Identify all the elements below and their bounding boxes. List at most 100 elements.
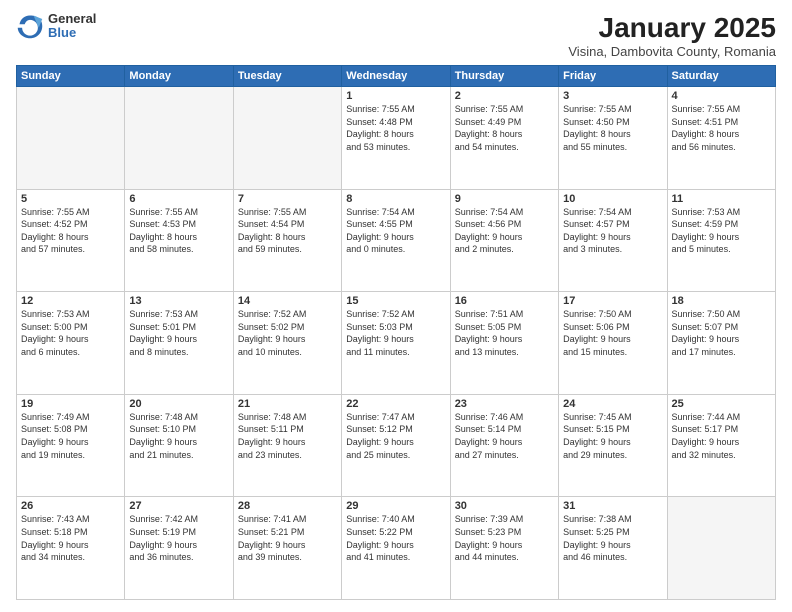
weekday-header-sunday: Sunday xyxy=(17,66,125,87)
day-info: Sunrise: 7:39 AM Sunset: 5:23 PM Dayligh… xyxy=(455,513,554,563)
day-info: Sunrise: 7:52 AM Sunset: 5:02 PM Dayligh… xyxy=(238,308,337,358)
day-number: 2 xyxy=(455,90,554,102)
calendar-cell xyxy=(125,87,233,190)
day-number: 20 xyxy=(129,398,228,410)
day-number: 9 xyxy=(455,193,554,205)
calendar-cell: 26Sunrise: 7:43 AM Sunset: 5:18 PM Dayli… xyxy=(17,497,125,600)
day-number: 27 xyxy=(129,500,228,512)
day-number: 26 xyxy=(21,500,120,512)
calendar-week-row: 19Sunrise: 7:49 AM Sunset: 5:08 PM Dayli… xyxy=(17,394,776,497)
calendar-cell: 18Sunrise: 7:50 AM Sunset: 5:07 PM Dayli… xyxy=(667,292,775,395)
day-number: 15 xyxy=(346,295,445,307)
day-number: 4 xyxy=(672,90,771,102)
day-number: 22 xyxy=(346,398,445,410)
calendar-cell: 27Sunrise: 7:42 AM Sunset: 5:19 PM Dayli… xyxy=(125,497,233,600)
calendar-table: SundayMondayTuesdayWednesdayThursdayFrid… xyxy=(16,65,776,600)
weekday-header-thursday: Thursday xyxy=(450,66,558,87)
day-number: 30 xyxy=(455,500,554,512)
day-number: 12 xyxy=(21,295,120,307)
calendar-cell: 9Sunrise: 7:54 AM Sunset: 4:56 PM Daylig… xyxy=(450,189,558,292)
calendar-cell: 8Sunrise: 7:54 AM Sunset: 4:55 PM Daylig… xyxy=(342,189,450,292)
day-info: Sunrise: 7:44 AM Sunset: 5:17 PM Dayligh… xyxy=(672,411,771,461)
day-info: Sunrise: 7:53 AM Sunset: 4:59 PM Dayligh… xyxy=(672,206,771,256)
day-number: 6 xyxy=(129,193,228,205)
calendar-cell: 20Sunrise: 7:48 AM Sunset: 5:10 PM Dayli… xyxy=(125,394,233,497)
day-number: 10 xyxy=(563,193,662,205)
day-info: Sunrise: 7:49 AM Sunset: 5:08 PM Dayligh… xyxy=(21,411,120,461)
calendar-cell: 28Sunrise: 7:41 AM Sunset: 5:21 PM Dayli… xyxy=(233,497,341,600)
day-number: 1 xyxy=(346,90,445,102)
day-number: 17 xyxy=(563,295,662,307)
day-number: 18 xyxy=(672,295,771,307)
day-info: Sunrise: 7:52 AM Sunset: 5:03 PM Dayligh… xyxy=(346,308,445,358)
day-info: Sunrise: 7:54 AM Sunset: 4:55 PM Dayligh… xyxy=(346,206,445,256)
day-info: Sunrise: 7:38 AM Sunset: 5:25 PM Dayligh… xyxy=(563,513,662,563)
calendar-cell: 31Sunrise: 7:38 AM Sunset: 5:25 PM Dayli… xyxy=(559,497,667,600)
calendar-cell: 22Sunrise: 7:47 AM Sunset: 5:12 PM Dayli… xyxy=(342,394,450,497)
calendar-page: General Blue January 2025 Visina, Dambov… xyxy=(0,0,792,612)
day-info: Sunrise: 7:55 AM Sunset: 4:49 PM Dayligh… xyxy=(455,103,554,153)
day-number: 5 xyxy=(21,193,120,205)
day-info: Sunrise: 7:55 AM Sunset: 4:48 PM Dayligh… xyxy=(346,103,445,153)
day-info: Sunrise: 7:45 AM Sunset: 5:15 PM Dayligh… xyxy=(563,411,662,461)
title-block: January 2025 Visina, Dambovita County, R… xyxy=(568,12,776,59)
day-info: Sunrise: 7:55 AM Sunset: 4:51 PM Dayligh… xyxy=(672,103,771,153)
location-subtitle: Visina, Dambovita County, Romania xyxy=(568,44,776,59)
calendar-cell: 14Sunrise: 7:52 AM Sunset: 5:02 PM Dayli… xyxy=(233,292,341,395)
logo-text: General Blue xyxy=(48,12,96,41)
day-info: Sunrise: 7:42 AM Sunset: 5:19 PM Dayligh… xyxy=(129,513,228,563)
calendar-cell: 1Sunrise: 7:55 AM Sunset: 4:48 PM Daylig… xyxy=(342,87,450,190)
day-info: Sunrise: 7:54 AM Sunset: 4:56 PM Dayligh… xyxy=(455,206,554,256)
day-number: 28 xyxy=(238,500,337,512)
day-info: Sunrise: 7:53 AM Sunset: 5:00 PM Dayligh… xyxy=(21,308,120,358)
day-info: Sunrise: 7:55 AM Sunset: 4:54 PM Dayligh… xyxy=(238,206,337,256)
calendar-cell: 24Sunrise: 7:45 AM Sunset: 5:15 PM Dayli… xyxy=(559,394,667,497)
day-number: 13 xyxy=(129,295,228,307)
weekday-header-saturday: Saturday xyxy=(667,66,775,87)
day-number: 31 xyxy=(563,500,662,512)
day-info: Sunrise: 7:40 AM Sunset: 5:22 PM Dayligh… xyxy=(346,513,445,563)
calendar-cell: 10Sunrise: 7:54 AM Sunset: 4:57 PM Dayli… xyxy=(559,189,667,292)
calendar-cell: 19Sunrise: 7:49 AM Sunset: 5:08 PM Dayli… xyxy=(17,394,125,497)
month-title: January 2025 xyxy=(568,12,776,44)
calendar-cell: 4Sunrise: 7:55 AM Sunset: 4:51 PM Daylig… xyxy=(667,87,775,190)
calendar-week-row: 26Sunrise: 7:43 AM Sunset: 5:18 PM Dayli… xyxy=(17,497,776,600)
day-number: 11 xyxy=(672,193,771,205)
calendar-cell: 12Sunrise: 7:53 AM Sunset: 5:00 PM Dayli… xyxy=(17,292,125,395)
calendar-cell: 13Sunrise: 7:53 AM Sunset: 5:01 PM Dayli… xyxy=(125,292,233,395)
day-info: Sunrise: 7:48 AM Sunset: 5:11 PM Dayligh… xyxy=(238,411,337,461)
day-info: Sunrise: 7:50 AM Sunset: 5:07 PM Dayligh… xyxy=(672,308,771,358)
day-number: 19 xyxy=(21,398,120,410)
weekday-header-monday: Monday xyxy=(125,66,233,87)
logo-icon xyxy=(16,12,44,40)
weekday-header-tuesday: Tuesday xyxy=(233,66,341,87)
day-number: 14 xyxy=(238,295,337,307)
day-number: 24 xyxy=(563,398,662,410)
day-info: Sunrise: 7:46 AM Sunset: 5:14 PM Dayligh… xyxy=(455,411,554,461)
calendar-cell: 11Sunrise: 7:53 AM Sunset: 4:59 PM Dayli… xyxy=(667,189,775,292)
logo: General Blue xyxy=(16,12,96,41)
calendar-week-row: 1Sunrise: 7:55 AM Sunset: 4:48 PM Daylig… xyxy=(17,87,776,190)
logo-general-text: General xyxy=(48,12,96,26)
day-info: Sunrise: 7:54 AM Sunset: 4:57 PM Dayligh… xyxy=(563,206,662,256)
day-number: 23 xyxy=(455,398,554,410)
calendar-cell: 29Sunrise: 7:40 AM Sunset: 5:22 PM Dayli… xyxy=(342,497,450,600)
calendar-cell: 6Sunrise: 7:55 AM Sunset: 4:53 PM Daylig… xyxy=(125,189,233,292)
day-info: Sunrise: 7:55 AM Sunset: 4:52 PM Dayligh… xyxy=(21,206,120,256)
calendar-cell: 15Sunrise: 7:52 AM Sunset: 5:03 PM Dayli… xyxy=(342,292,450,395)
calendar-cell: 5Sunrise: 7:55 AM Sunset: 4:52 PM Daylig… xyxy=(17,189,125,292)
day-info: Sunrise: 7:51 AM Sunset: 5:05 PM Dayligh… xyxy=(455,308,554,358)
calendar-cell: 21Sunrise: 7:48 AM Sunset: 5:11 PM Dayli… xyxy=(233,394,341,497)
day-info: Sunrise: 7:50 AM Sunset: 5:06 PM Dayligh… xyxy=(563,308,662,358)
day-info: Sunrise: 7:53 AM Sunset: 5:01 PM Dayligh… xyxy=(129,308,228,358)
calendar-cell: 30Sunrise: 7:39 AM Sunset: 5:23 PM Dayli… xyxy=(450,497,558,600)
day-info: Sunrise: 7:55 AM Sunset: 4:53 PM Dayligh… xyxy=(129,206,228,256)
day-number: 7 xyxy=(238,193,337,205)
calendar-week-row: 5Sunrise: 7:55 AM Sunset: 4:52 PM Daylig… xyxy=(17,189,776,292)
day-info: Sunrise: 7:47 AM Sunset: 5:12 PM Dayligh… xyxy=(346,411,445,461)
calendar-cell: 2Sunrise: 7:55 AM Sunset: 4:49 PM Daylig… xyxy=(450,87,558,190)
header: General Blue January 2025 Visina, Dambov… xyxy=(16,12,776,59)
calendar-cell xyxy=(17,87,125,190)
day-info: Sunrise: 7:41 AM Sunset: 5:21 PM Dayligh… xyxy=(238,513,337,563)
day-info: Sunrise: 7:48 AM Sunset: 5:10 PM Dayligh… xyxy=(129,411,228,461)
